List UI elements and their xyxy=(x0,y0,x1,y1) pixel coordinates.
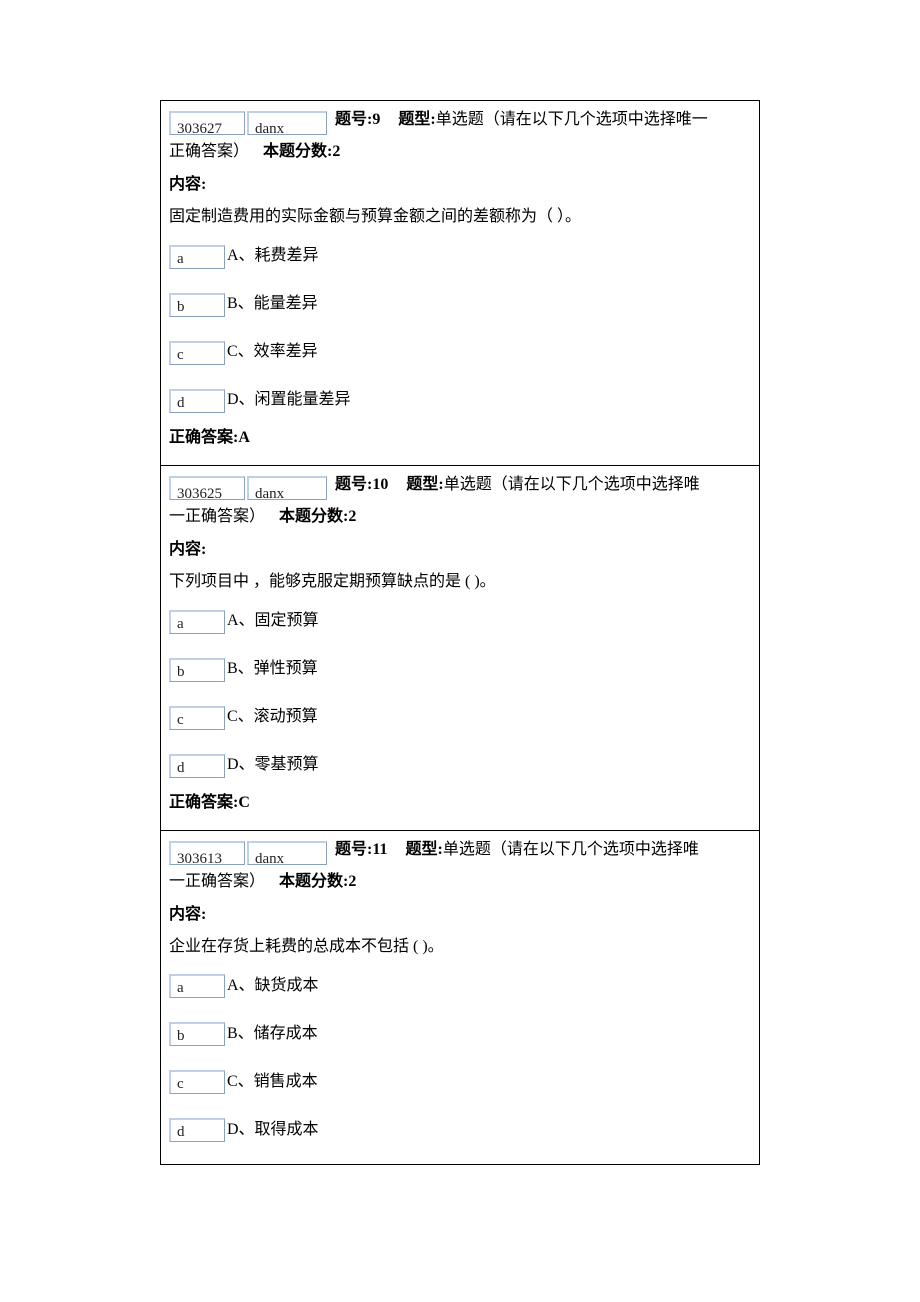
option-row: b B、储存成本 xyxy=(169,1016,751,1046)
option-text: A、固定预算 xyxy=(227,610,319,633)
qtype-cont: 正确答案） xyxy=(169,143,249,160)
option-text: C、滚动预算 xyxy=(227,706,318,729)
option-text: C、销售成本 xyxy=(227,1071,318,1094)
option-code-field[interactable]: b xyxy=(169,293,225,317)
qno-value: 9 xyxy=(372,111,380,128)
question-id-field: 303625 xyxy=(169,476,245,500)
qtype-text: 单选题（请在以下几个选项中选择唯一 xyxy=(436,111,708,128)
option-text: D、取得成本 xyxy=(227,1119,319,1142)
option-row: d D、零基预算 xyxy=(169,748,751,778)
qtype-text: 单选题（请在以下几个选项中选择唯 xyxy=(444,476,700,493)
question-typecode-field: danx xyxy=(247,476,327,500)
score-label: 本题分数: xyxy=(279,873,348,890)
option-row: b B、能量差异 xyxy=(169,287,751,317)
question-block: 303627 danx 题号:9 题型:单选题（请在以下几个选项中选择唯一 正确… xyxy=(160,100,760,466)
answer-value: A xyxy=(238,429,250,446)
qtype-label: 题型: xyxy=(405,841,442,858)
question-id-field: 303627 xyxy=(169,111,245,135)
option-code-field[interactable]: c xyxy=(169,1070,225,1094)
question-typecode-field: danx xyxy=(247,841,327,865)
option-text: B、弹性预算 xyxy=(227,658,318,681)
option-code-field[interactable]: a xyxy=(169,974,225,998)
option-code-field[interactable]: b xyxy=(169,1022,225,1046)
option-row: c C、销售成本 xyxy=(169,1064,751,1094)
question-id-field: 303613 xyxy=(169,841,245,865)
qno-label: 题号: xyxy=(335,111,372,128)
question-typecode-field: danx xyxy=(247,111,327,135)
score-value: 2 xyxy=(332,143,340,160)
score-label: 本题分数: xyxy=(279,508,348,525)
option-code-field[interactable]: b xyxy=(169,658,225,682)
option-text: C、效率差异 xyxy=(227,341,318,364)
option-code-field[interactable]: c xyxy=(169,706,225,730)
option-text: A、缺货成本 xyxy=(227,975,319,998)
answer-value: C xyxy=(238,794,250,811)
qtype-label: 题型: xyxy=(398,111,435,128)
option-row: d D、取得成本 xyxy=(169,1112,751,1142)
option-row: a A、耗费差异 xyxy=(169,239,751,269)
option-row: a A、缺货成本 xyxy=(169,968,751,998)
option-code-field[interactable]: a xyxy=(169,610,225,634)
option-row: c C、滚动预算 xyxy=(169,700,751,730)
score-value: 2 xyxy=(348,508,356,525)
options-list: a A、耗费差异 b B、能量差异 c C、效率差异 d D、闲置能量差异 xyxy=(169,239,751,413)
content-label: 内容: xyxy=(169,900,751,930)
answer-label: 正确答案: xyxy=(169,429,238,446)
question-content: 下列项目中 ，能够克服定期预算缺点的是 ( )。 xyxy=(169,567,751,597)
option-text: D、零基预算 xyxy=(227,754,319,777)
score-label: 本题分数: xyxy=(263,143,332,160)
score-value: 2 xyxy=(348,873,356,890)
options-list: a A、缺货成本 b B、储存成本 c C、销售成本 d D、取得成本 xyxy=(169,968,751,1142)
option-row: a A、固定预算 xyxy=(169,604,751,634)
option-text: B、储存成本 xyxy=(227,1023,318,1046)
option-row: c C、效率差异 xyxy=(169,335,751,365)
qtype-cont: 一正确答案） xyxy=(169,508,265,525)
qno-label: 题号: xyxy=(335,476,372,493)
content-label: 内容: xyxy=(169,535,751,565)
question-content: 企业在存货上耗费的总成本不包括 ( )。 xyxy=(169,932,751,962)
question-block: 303613 danx 题号:11 题型:单选题（请在以下几个选项中选择唯 一正… xyxy=(160,831,760,1166)
question-content: 固定制造费用的实际金额与预算金额之间的差额称为（ ）。 xyxy=(169,202,751,232)
option-code-field[interactable]: a xyxy=(169,245,225,269)
qtype-label: 题型: xyxy=(406,476,443,493)
option-code-field[interactable]: c xyxy=(169,341,225,365)
page: 303627 danx 题号:9 题型:单选题（请在以下几个选项中选择唯一 正确… xyxy=(0,0,920,1205)
option-text: B、能量差异 xyxy=(227,293,318,316)
option-text: A、耗费差异 xyxy=(227,245,319,268)
qno-value: 10 xyxy=(372,476,388,493)
option-code-field[interactable]: d xyxy=(169,1118,225,1142)
options-list: a A、固定预算 b B、弹性预算 c C、滚动预算 d D、零基预算 xyxy=(169,604,751,778)
option-code-field[interactable]: d xyxy=(169,754,225,778)
qno-label: 题号: xyxy=(335,841,372,858)
qtype-text: 单选题（请在以下几个选项中选择唯 xyxy=(443,841,699,858)
answer-label: 正确答案: xyxy=(169,794,238,811)
option-row: b B、弹性预算 xyxy=(169,652,751,682)
qno-value: 11 xyxy=(372,841,387,858)
option-code-field[interactable]: d xyxy=(169,389,225,413)
qtype-cont: 一正确答案） xyxy=(169,873,265,890)
question-block: 303625 danx 题号:10 题型:单选题（请在以下几个选项中选择唯 一正… xyxy=(160,466,760,831)
option-row: d D、闲置能量差异 xyxy=(169,383,751,413)
option-text: D、闲置能量差异 xyxy=(227,389,351,412)
content-label: 内容: xyxy=(169,170,751,200)
